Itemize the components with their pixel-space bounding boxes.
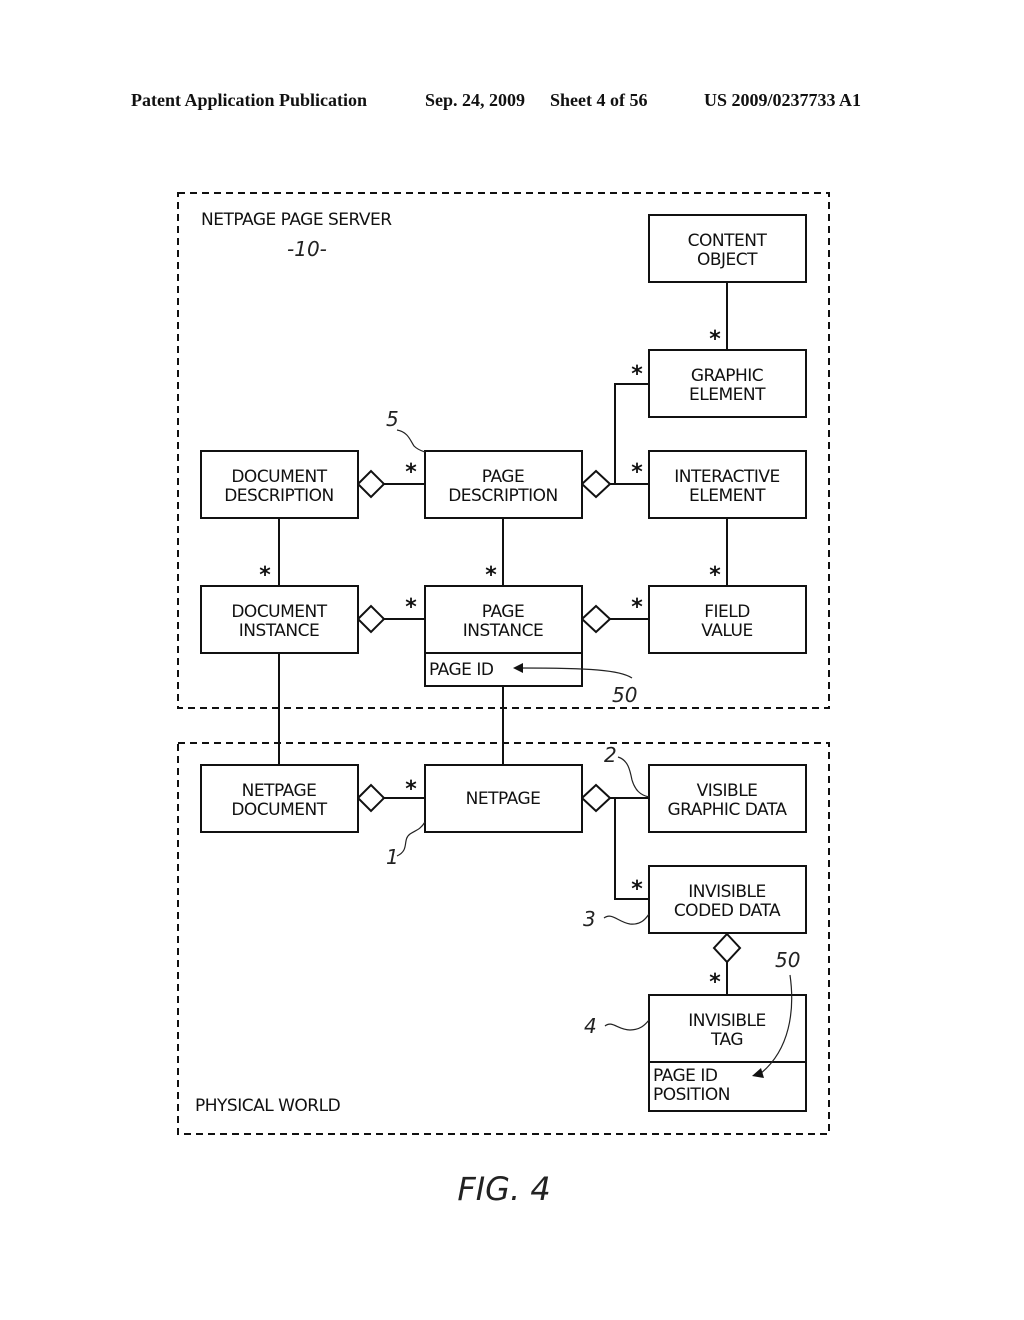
server-region-label: NETPAGE PAGE SERVER <box>201 210 392 230</box>
multiplicity-star: * <box>485 563 497 588</box>
leader-line <box>396 821 426 857</box>
leader-line <box>603 913 650 925</box>
ref-numeral-invisible-coded-data: 3 <box>583 907 596 931</box>
box-invisible-coded-data: INVISIBLE CODED DATA <box>648 865 807 934</box>
box-label-line1: INVISIBLE <box>688 882 766 902</box>
box-label-line1: PAGE <box>482 602 524 622</box>
multiplicity-star: * <box>631 460 643 485</box>
box-label-line2: INSTANCE <box>239 621 320 641</box>
box-label-line2: GRAPHIC DATA <box>667 800 787 820</box>
diamond-netpagedoc-icon <box>356 783 386 813</box>
ref-numeral-netpage: 1 <box>386 845 399 869</box>
box-content-object: CONTENT OBJECT <box>648 214 807 283</box>
multiplicity-star: * <box>709 970 721 995</box>
invisible-tag-attribute: POSITION <box>653 1085 730 1105</box>
box-invisible-tag: INVISIBLE TAG PAGE ID POSITION <box>648 994 807 1112</box>
diamond-netpage-icon <box>580 783 612 813</box>
multiplicity-star: * <box>405 777 417 802</box>
multiplicity-star: * <box>631 595 643 620</box>
box-label-line1: VISIBLE <box>697 781 758 801</box>
box-label-line1: DOCUMENT <box>231 467 327 487</box>
box-netpage: NETPAGE <box>424 764 583 833</box>
page-instance-attribute: PAGE ID <box>429 660 494 680</box>
multiplicity-star: * <box>631 362 643 387</box>
ref-numeral-invisible-tag: 4 <box>584 1014 597 1038</box>
box-label-line2: INSTANCE <box>463 621 544 641</box>
multiplicity-star: * <box>631 877 643 902</box>
box-label: NETPAGE <box>466 789 541 809</box>
server-region-ref: -10- <box>287 237 327 261</box>
box-graphic-element: GRAPHIC ELEMENT <box>648 349 807 418</box>
leader-line <box>604 1019 650 1031</box>
box-document-instance: DOCUMENT INSTANCE <box>200 585 359 654</box>
multiplicity-star: * <box>405 460 417 485</box>
ref-numeral-page-description: 5 <box>386 407 399 431</box>
diamond-docdesc-icon <box>356 469 386 499</box>
diamond-pageinst-icon <box>580 604 612 634</box>
box-label-line2: ELEMENT <box>689 486 766 506</box>
diamond-pagedesc-icon <box>580 469 612 499</box>
box-label-line1: DOCUMENT <box>231 602 327 622</box>
box-label-line2: ELEMENT <box>689 385 766 405</box>
box-visible-graphic-data: VISIBLE GRAPHIC DATA <box>648 764 807 833</box>
multiplicity-star: * <box>709 327 721 352</box>
leader-line <box>396 429 426 453</box>
physical-region-label: PHYSICAL WORLD <box>195 1096 341 1116</box>
box-label-line2: OBJECT <box>697 250 758 270</box>
box-label-line1: INTERACTIVE <box>674 467 779 487</box>
ref-numeral-visible-graphic-data: 2 <box>604 743 617 767</box>
box-label-line1: FIELD <box>704 602 750 622</box>
box-interactive-element: INTERACTIVE ELEMENT <box>648 450 807 519</box>
leader-line <box>617 756 650 798</box>
box-document-description: DOCUMENT DESCRIPTION <box>200 450 359 519</box>
diamond-docinst-icon <box>356 604 386 634</box>
box-label-line1: GRAPHIC <box>691 366 763 386</box>
box-label-line2: VALUE <box>701 621 752 641</box>
box-page-description: PAGE DESCRIPTION <box>424 450 583 519</box>
box-label-line2: DESCRIPTION <box>448 486 558 506</box>
box-label-line2: CODED DATA <box>674 901 781 921</box>
uml-diagram: NETPAGE PAGE SERVER -10- PHYSICAL WORLD … <box>177 192 830 1208</box>
box-netpage-document: NETPAGE DOCUMENT <box>200 764 359 833</box>
ref-numeral-page-id-server: 50 <box>612 683 637 707</box>
box-field-value: FIELD VALUE <box>648 585 807 654</box>
multiplicity-star: * <box>259 563 271 588</box>
box-page-instance: PAGE INSTANCE PAGE ID <box>424 585 583 687</box>
multiplicity-star: * <box>709 563 721 588</box>
box-label-line2: DOCUMENT <box>231 800 327 820</box>
box-label-line1: PAGE <box>482 467 524 487</box>
box-label-line1: NETPAGE <box>242 781 317 801</box>
box-label-line1: INVISIBLE <box>688 1011 766 1031</box>
multiplicity-star: * <box>405 595 417 620</box>
box-label-line2: DESCRIPTION <box>224 486 334 506</box>
box-label-line1: CONTENT <box>688 231 768 251</box>
diamond-coded-icon <box>712 932 742 964</box>
invisible-tag-attribute: PAGE ID <box>653 1066 718 1086</box>
ref-numeral-page-id-tag: 50 <box>775 948 800 972</box>
figure-caption: FIG. 4 <box>457 1170 550 1208</box>
box-label-line2: TAG <box>710 1030 743 1050</box>
